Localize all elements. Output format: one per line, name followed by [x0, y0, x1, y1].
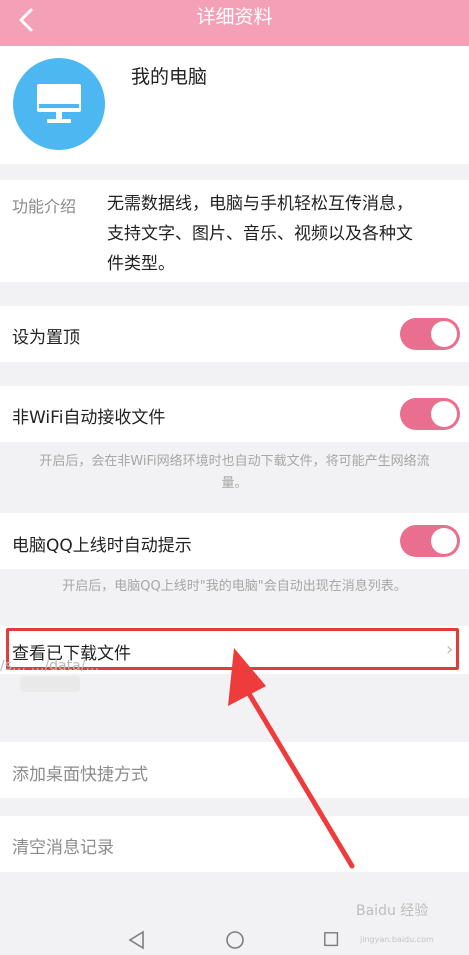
intro-line: 无需数据线，电脑与手机轻松互传消息，	[107, 194, 413, 214]
pin-toggle[interactable]	[400, 318, 460, 350]
clear-label: 清空消息记录	[12, 838, 114, 858]
back-arrow-icon[interactable]	[12, 6, 42, 36]
shortcut-label: 添加桌面快捷方式	[12, 765, 148, 785]
intro-text: 无需数据线，电脑与手机轻松互传消息， 支持文字、图片、音乐、视频以及各种文 件类…	[107, 189, 449, 279]
wifi-toggle[interactable]	[400, 398, 460, 430]
wifi-hint: 开启后，会在非WiFi网络环境时也自动下载文件，将可能产生网络流 量。	[4, 451, 465, 495]
pin-label: 设为置顶	[12, 328, 80, 348]
pc-online-toggle[interactable]	[400, 525, 460, 557]
page-title: 详细资料	[196, 6, 273, 28]
wifi-hint-line: 开启后，会在非WiFi网络环境时也自动下载文件，将可能产生网络流	[39, 454, 430, 469]
intro-line: 支持文字、图片、音乐、视频以及各种文	[107, 224, 413, 244]
watermark-brand: Baidu 经验	[356, 903, 429, 919]
profile-name: 我的电脑	[131, 66, 208, 88]
wifi-label: 非WiFi自动接收文件	[12, 408, 166, 428]
intro-line: 件类型。	[107, 254, 175, 274]
wifi-hint-line: 量。	[221, 476, 248, 491]
blurred-path-overlay	[20, 676, 80, 692]
computer-monitor-icon	[37, 84, 81, 123]
download-path: /s… …/data/…	[0, 658, 100, 674]
nav-recents-icon[interactable]	[323, 931, 341, 949]
nav-back-icon[interactable]	[127, 930, 147, 950]
intro-label: 功能介绍	[12, 197, 77, 216]
watermark-url: jingyan.baidu.com	[360, 935, 434, 944]
pc-online-hint: 开启后，电脑QQ上线时"我的电脑"会自动出现在消息列表。	[62, 579, 407, 594]
pc-online-label: 电脑QQ上线时自动提示	[12, 536, 192, 556]
nav-home-icon[interactable]	[225, 930, 245, 950]
avatar	[13, 58, 105, 150]
